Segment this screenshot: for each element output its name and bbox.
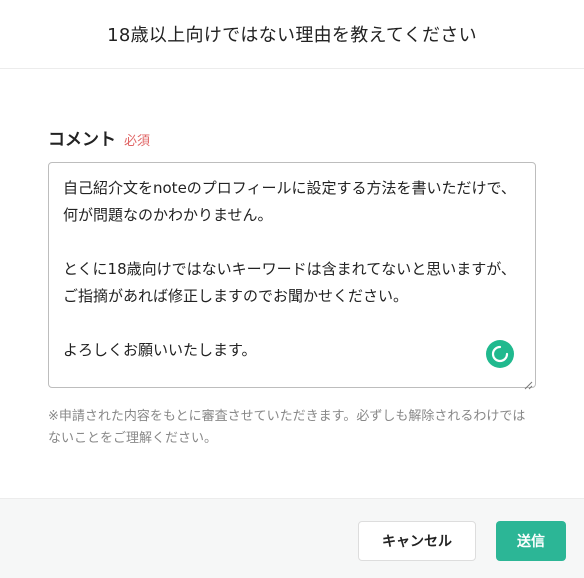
resize-handle-icon[interactable] [523, 375, 533, 390]
dialog-footer: キャンセル 送信 [0, 498, 584, 578]
report-reason-dialog: 18歳以上向けではない理由を教えてください コメント 必須 ※申請された内容をも… [0, 0, 584, 578]
loading-spinner-icon [486, 340, 514, 368]
comment-field-wrapper [48, 162, 536, 390]
review-note: ※申請された内容をもとに審査させていただきます。必ずしも解除されるわけではないこ… [48, 409, 526, 446]
submit-button[interactable]: 送信 [496, 521, 566, 561]
comment-textarea[interactable] [49, 163, 535, 387]
cancel-button[interactable]: キャンセル [358, 521, 476, 561]
required-badge: 必須 [124, 134, 151, 149]
dialog-title: 18歳以上向けではない理由を教えてください [107, 25, 477, 46]
comment-label-row: コメント 必須 [48, 125, 536, 150]
dialog-header: 18歳以上向けではない理由を教えてください [0, 0, 584, 69]
dialog-body: コメント 必須 ※申請された内容をもとに審査させていただきます。必ずしも解除され… [0, 69, 584, 450]
comment-label: コメント [48, 130, 116, 150]
